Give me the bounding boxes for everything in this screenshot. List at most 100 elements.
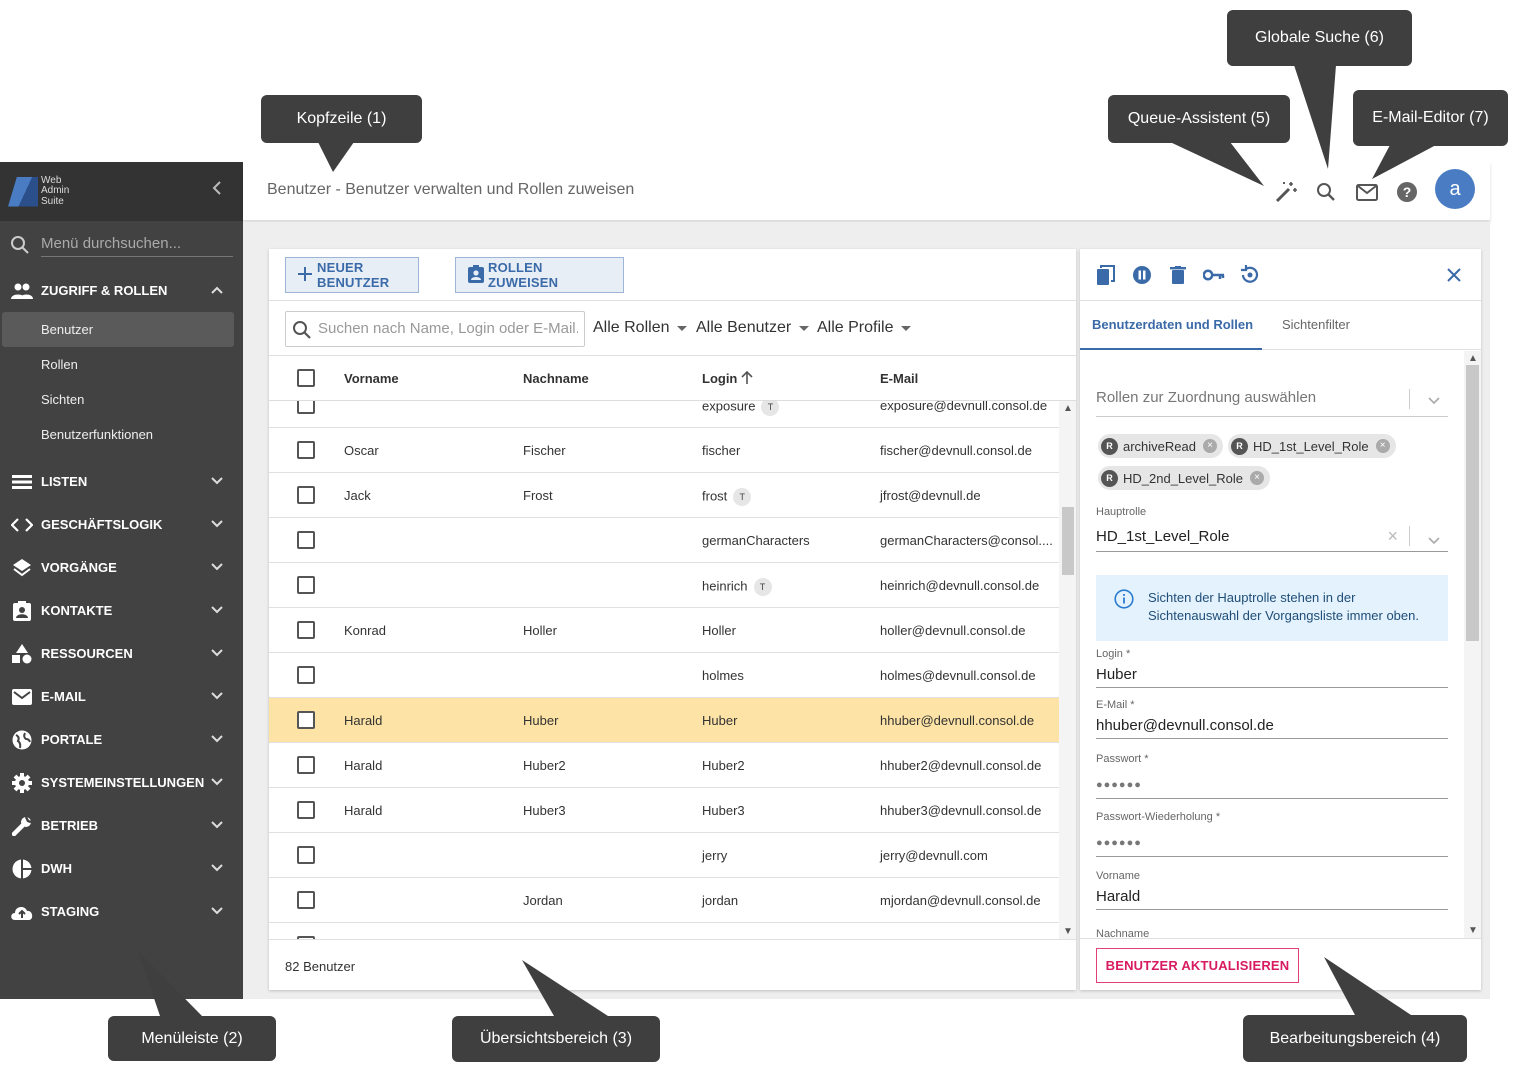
scroll-down-icon[interactable]: ▼ [1468, 925, 1478, 936]
edit-scrollbar[interactable]: ▲ ▼ [1464, 351, 1481, 938]
row-checkbox[interactable] [297, 756, 315, 774]
cell-last: Fischer [523, 443, 566, 458]
sidebar-group-vorgaenge[interactable]: VORGÄNGE [0, 546, 243, 589]
lastname-field[interactable]: Nachname [1096, 928, 1448, 938]
scrollbar-thumb[interactable] [1466, 365, 1479, 641]
scroll-up-icon[interactable]: ▲ [1063, 403, 1073, 414]
sidebar-group-systemeinstellungen[interactable]: SYSTEMEINSTELLUNGEN [0, 761, 243, 804]
cell-first: Harald [344, 758, 382, 773]
password-repeat-field[interactable]: Passwort-Wiederholung * ●●●●●● [1096, 811, 1448, 857]
sidebar-item-sichten[interactable]: Sichten [0, 382, 243, 417]
column-header-login[interactable]: Login [702, 370, 753, 386]
table-row[interactable]: Jack Frost frost Tjfrost@devnull.de [269, 473, 1059, 518]
sidebar-group-betrieb[interactable]: BETRIEB [0, 804, 243, 847]
sidebar-group-dwh[interactable]: DWH [0, 847, 243, 890]
table-row[interactable]: Harald Huber3 Huber3 hhuber3@devnull.consol… [269, 788, 1059, 833]
sidebar-group-kontakte[interactable]: KONTAKTE [0, 589, 243, 632]
table-row[interactable]: heinrich Theinrich@devnull.consol.de [269, 563, 1059, 608]
close-icon[interactable] [1442, 263, 1466, 287]
avatar[interactable]: a [1435, 169, 1475, 209]
roles-filter-dropdown[interactable]: Alle Rollen [593, 319, 688, 337]
delete-icon[interactable] [1166, 263, 1190, 287]
table-row[interactable]: Konrad Holler Holler holler@devnull.consol.… [269, 608, 1059, 653]
scroll-down-icon[interactable]: ▼ [1063, 926, 1073, 937]
table-row[interactable]: Harald Huber2 Huber2 hhuber2@devnull.consol… [269, 743, 1059, 788]
scroll-up-icon[interactable]: ▲ [1468, 353, 1478, 364]
sidebar-item-benutzerfunktionen[interactable]: Benutzerfunktionen [0, 417, 243, 452]
restore-icon[interactable] [1238, 263, 1262, 287]
callout-label: Globale Suche (6) [1255, 29, 1384, 46]
sidebar-group-email[interactable]: E-MAIL [0, 675, 243, 718]
main-role-select[interactable]: Hauptrolle HD_1st_Level_Role × [1096, 506, 1448, 552]
table-row[interactable]: Oscar Fischer fischer fischer@devnull.conso… [269, 428, 1059, 473]
table-row[interactable]: Harald Huber Huber hhuber@devnull.consol.de [269, 698, 1059, 743]
row-checkbox[interactable] [297, 531, 315, 549]
new-user-button[interactable]: NEUER BENUTZER [285, 257, 419, 293]
firstname-field[interactable]: Vorname Harald [1096, 870, 1448, 910]
row-checkbox[interactable] [297, 441, 315, 459]
column-header-nachname[interactable]: Nachname [523, 371, 589, 386]
sidebar-item-benutzer[interactable]: Benutzer [2, 312, 234, 347]
row-checkbox[interactable] [297, 621, 315, 639]
help-icon[interactable]: ? [1395, 180, 1419, 204]
chevron-down-icon [211, 645, 223, 660]
sidebar-group-geschaeftslogik[interactable]: GESCHÄFTSLOGIK [0, 503, 243, 546]
callout-label: Menüleiste (2) [141, 1029, 243, 1047]
users-filter-dropdown[interactable]: Alle Benutzer [696, 319, 810, 337]
table-row[interactable] [269, 923, 1059, 939]
tab-benutzerdaten[interactable]: Benutzerdaten und Rollen [1092, 317, 1253, 332]
user-search-input[interactable] [318, 320, 578, 337]
cell-login: jordan [702, 893, 738, 908]
menu-bar: Web Admin Suite ZUGRIFF & ROLLEN Benutze… [0, 162, 243, 999]
copy-icon[interactable] [1094, 263, 1118, 287]
row-checkbox[interactable] [297, 666, 315, 684]
sidebar-group-staging[interactable]: STAGING [0, 890, 243, 933]
remove-chip-icon[interactable]: × [1203, 439, 1217, 453]
collapse-sidebar-icon[interactable] [209, 180, 225, 200]
scrollbar-thumb[interactable] [1062, 507, 1074, 575]
table-row[interactable]: Jordan jordan mjordan@devnull.consol.de [269, 878, 1059, 923]
row-checkbox[interactable] [297, 486, 315, 504]
table-scrollbar[interactable]: ▲ ▼ [1059, 401, 1076, 939]
row-checkbox[interactable] [297, 846, 315, 864]
clear-icon[interactable]: × [1387, 526, 1398, 547]
key-icon[interactable] [1202, 263, 1226, 287]
cell-text: Fischer [523, 443, 566, 458]
table-row[interactable]: germanCharacters germanCharacters@consol.… [269, 518, 1059, 563]
roles-select[interactable]: Rollen zur Zuordnung auswählen [1096, 383, 1448, 417]
mail-icon[interactable] [1355, 180, 1379, 204]
row-checkbox[interactable] [297, 576, 315, 594]
sidebar-group-zugriff-rollen[interactable]: ZUGRIFF & ROLLEN [0, 269, 243, 312]
remove-chip-icon[interactable]: × [1249, 471, 1264, 485]
menu-search [8, 221, 233, 269]
cell-text: Huber [702, 713, 738, 728]
row-checkbox[interactable] [297, 801, 315, 819]
email-field[interactable]: E-Mail * hhuber@devnull.consol.de [1096, 699, 1448, 739]
table-row[interactable]: jerry jerry@devnull.com [269, 833, 1059, 878]
sidebar-item-rollen[interactable]: Rollen [0, 347, 243, 382]
overview-panel: NEUER BENUTZER ROLLEN ZUWEISEN Alle Roll… [269, 249, 1076, 990]
cell-text: holler@devnull.consol.de [880, 623, 1026, 638]
update-user-button[interactable]: BENUTZER AKTUALISIEREN [1096, 948, 1299, 983]
magic-wand-icon[interactable] [1274, 180, 1298, 204]
table-row[interactable]: exposure Texposure@devnull.consol.de [269, 401, 1059, 428]
assign-roles-button[interactable]: ROLLEN ZUWEISEN [455, 257, 624, 293]
row-checkbox[interactable] [297, 891, 315, 909]
column-header-vorname[interactable]: Vorname [344, 371, 399, 386]
sidebar-group-listen[interactable]: LISTEN [0, 460, 243, 503]
search-icon[interactable] [1314, 180, 1338, 204]
row-checkbox[interactable] [297, 711, 315, 729]
sidebar-group-ressourcen[interactable]: RESSOURCEN [0, 632, 243, 675]
column-header-email[interactable]: E-Mail [880, 371, 918, 386]
login-field[interactable]: Login * Huber [1096, 648, 1448, 688]
menu-search-input[interactable] [41, 231, 233, 257]
select-all-checkbox[interactable] [297, 369, 315, 387]
password-field[interactable]: Passwort * ●●●●●● [1096, 753, 1448, 799]
profiles-filter-dropdown[interactable]: Alle Profile [817, 319, 912, 337]
pause-icon[interactable] [1130, 263, 1154, 287]
sidebar-group-portale[interactable]: PORTALE [0, 718, 243, 761]
row-checkbox[interactable] [297, 401, 315, 414]
table-row[interactable]: holmes holmes@devnull.consol.de [269, 653, 1059, 698]
remove-chip-icon[interactable]: × [1375, 439, 1390, 453]
tab-sichtenfilter[interactable]: Sichtenfilter [1282, 317, 1350, 332]
